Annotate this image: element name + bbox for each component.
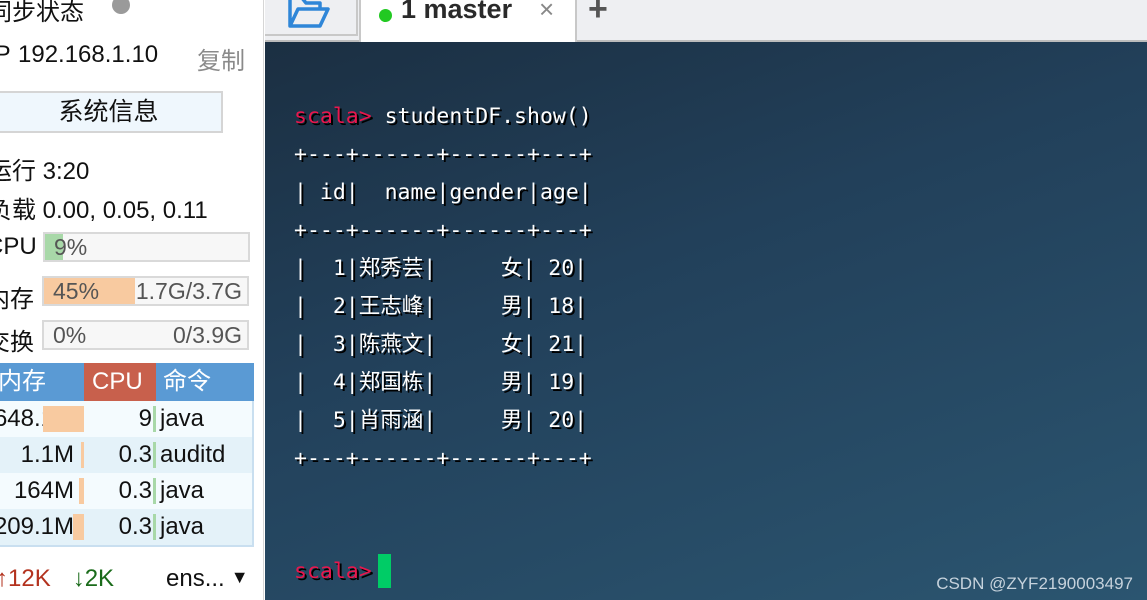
system-monitor-sidebar: 同步状态 IP192.168.1.10 复制 系统信息 运行 3:20 负载 0… bbox=[0, 0, 264, 600]
swap-usage-amount: 0/3.9G bbox=[172, 322, 242, 348]
uptime-text: 运行 3:20 bbox=[0, 158, 90, 185]
dataframe-output: +---+------+------+---+ | id| name|gender… bbox=[294, 136, 592, 478]
download-arrow-icon: ↓ bbox=[72, 565, 85, 592]
table-row-line: | 2|王志峰| 男| 18| bbox=[294, 294, 588, 319]
process-memory: 209.1M bbox=[0, 509, 84, 545]
command-text: studentDF.show() bbox=[371, 104, 592, 129]
process-cpu-value: 9 bbox=[138, 405, 152, 432]
process-memory: 1.1M bbox=[0, 437, 84, 473]
table-row-line: | 1|郑秀芸| 女| 20| bbox=[294, 256, 588, 281]
process-cpu-bar bbox=[153, 478, 156, 504]
process-cpu-value: 0.3 bbox=[118, 513, 152, 540]
process-memory: 648.1M bbox=[0, 401, 84, 437]
swap-usage-meter: 0% 0/3.9G bbox=[42, 320, 249, 350]
network-interface-select[interactable]: ens... ▼ bbox=[166, 565, 249, 593]
process-memory-value: 209.1M bbox=[0, 513, 74, 540]
cpu-label: CPU bbox=[0, 233, 37, 260]
column-header-cpu[interactable]: CPU bbox=[84, 363, 156, 401]
process-cpu-value: 0.3 bbox=[118, 477, 152, 504]
ip-address: 192.168.1.10 bbox=[18, 41, 159, 68]
process-cpu: 0.3 bbox=[84, 509, 156, 545]
process-table-body: 648.1M 9 java 1.1M 0.3 auditd 164M 0.3 java 209.1… bbox=[0, 401, 254, 547]
process-row[interactable]: 164M 0.3 java bbox=[0, 473, 254, 509]
upload-arrow-icon: ↑ bbox=[0, 565, 8, 592]
process-memory-value: 1.1M bbox=[20, 441, 74, 468]
process-command: java bbox=[160, 513, 205, 540]
current-input-line[interactable]: scala> bbox=[294, 554, 391, 588]
swap-usage-percent: 0% bbox=[53, 322, 87, 348]
column-header-memory[interactable]: 内存 bbox=[0, 363, 84, 401]
process-cpu: 0.3 bbox=[84, 437, 156, 473]
process-cpu-bar bbox=[153, 406, 156, 432]
network-rates: ↑12K ↓2K bbox=[0, 565, 114, 593]
process-cpu-bar bbox=[153, 442, 156, 468]
table-row-line: | 5|肖雨涵| 男| 20| bbox=[294, 408, 588, 433]
download-rate-value: 2K bbox=[84, 565, 115, 592]
process-command: java bbox=[160, 477, 205, 504]
process-memory: 164M bbox=[0, 473, 84, 509]
process-command: java bbox=[160, 405, 205, 432]
tab-master[interactable]: 1 master × bbox=[359, 0, 577, 42]
process-cpu-value: 0.3 bbox=[118, 441, 152, 468]
process-cpu-bar bbox=[153, 514, 156, 540]
command-line: scala> studentDF.show() bbox=[294, 98, 592, 136]
tab-master-label: 1 master bbox=[401, 0, 513, 24]
process-row[interactable]: 648.1M 9 java bbox=[0, 401, 254, 437]
sync-status-indicator-icon bbox=[112, 0, 130, 14]
network-interface-value: ens... bbox=[166, 565, 225, 592]
terminal-pane[interactable]: scala> studentDF.show() +---+------+----… bbox=[265, 42, 1147, 600]
process-cpu: 9 bbox=[84, 401, 156, 437]
ip-row: IP192.168.1.10 bbox=[0, 41, 158, 69]
ip-label: IP bbox=[0, 41, 18, 69]
open-folder-button[interactable] bbox=[265, 0, 358, 36]
caret-down-icon: ▼ bbox=[230, 567, 249, 587]
folder-open-icon bbox=[288, 0, 330, 28]
memory-usage-meter: 45% 1.7G/3.7G bbox=[42, 276, 249, 306]
scala-prompt: scala> bbox=[294, 559, 372, 584]
memory-usage-percent: 45% bbox=[53, 278, 100, 304]
upload-rate: ↑12K bbox=[0, 565, 51, 592]
table-row-line: | 4|郑国栋| 男| 19| bbox=[294, 370, 588, 395]
swap-label: 交换 bbox=[0, 329, 34, 356]
close-tab-icon[interactable]: × bbox=[539, 0, 554, 25]
copy-ip-button[interactable]: 复制 bbox=[197, 41, 245, 76]
process-memory-bar bbox=[43, 406, 84, 432]
process-row[interactable]: 209.1M 0.3 java bbox=[0, 509, 254, 545]
memory-usage-amount: 1.7G/3.7G bbox=[135, 278, 242, 304]
load-average-text: 负载 0.00, 0.05, 0.11 bbox=[0, 197, 208, 224]
watermark: CSDN @ZYF2190003497 bbox=[936, 574, 1133, 593]
cpu-usage-percent: 9% bbox=[54, 234, 88, 260]
memory-label: 内存 bbox=[0, 286, 34, 313]
system-info-button[interactable]: 系统信息 bbox=[0, 91, 223, 133]
table-header-line: | id| name|gender|age| bbox=[294, 180, 592, 205]
table-border-line: +---+------+------+---+ bbox=[294, 142, 592, 167]
table-border-line: +---+------+------+---+ bbox=[294, 218, 592, 243]
terminal-cursor bbox=[377, 554, 391, 588]
upload-rate-value: 12K bbox=[8, 565, 51, 592]
table-border-line: +---+------+------+---+ bbox=[294, 446, 592, 471]
process-table: 内存 CPU 命令 648.1M 9 java 1.1M 0.3 auditd 164M 0.… bbox=[0, 363, 254, 547]
connection-status-dot-icon bbox=[379, 9, 392, 22]
process-row[interactable]: 1.1M 0.3 auditd bbox=[0, 437, 254, 473]
process-command: auditd bbox=[160, 441, 226, 468]
table-row-line: | 3|陈燕文| 女| 21| bbox=[294, 332, 588, 357]
process-memory-bar bbox=[73, 514, 84, 540]
terminal-output: scala> studentDF.show() +---+------+----… bbox=[294, 98, 592, 478]
session-tab-bar: 1 master × + bbox=[265, 0, 1147, 42]
column-header-command[interactable]: 命令 bbox=[156, 363, 254, 401]
process-table-header: 内存 CPU 命令 bbox=[0, 363, 254, 401]
scala-prompt: scala> bbox=[294, 104, 372, 129]
process-memory-value: 164M bbox=[13, 477, 74, 504]
process-cpu: 0.3 bbox=[84, 473, 156, 509]
sync-status-label: 同步状态 bbox=[0, 0, 84, 26]
cpu-usage-meter: 9% bbox=[43, 232, 250, 262]
new-tab-button[interactable]: + bbox=[588, 0, 608, 29]
